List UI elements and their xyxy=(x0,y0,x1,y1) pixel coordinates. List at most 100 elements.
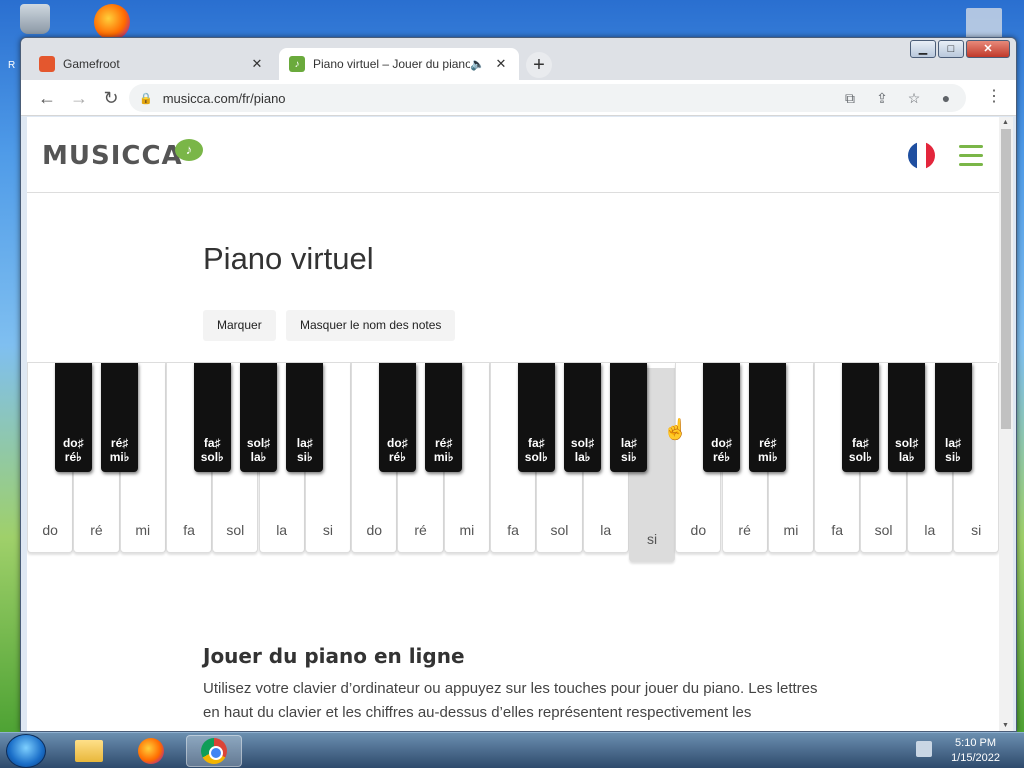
recycle-bin-icon[interactable] xyxy=(20,4,50,34)
white-key-label: sol xyxy=(550,522,569,538)
taskbar-chrome[interactable] xyxy=(186,735,242,767)
firefox-desktop-icon[interactable] xyxy=(94,4,130,40)
black-key-label: fa♯ sol♭ xyxy=(194,436,231,464)
black-key[interactable]: la♯ si♭ xyxy=(610,363,648,472)
black-key-sharp-name: la♯ xyxy=(620,436,637,450)
black-key[interactable]: fa♯ sol♭ xyxy=(841,363,879,472)
black-key-label: la♯ si♭ xyxy=(610,436,647,464)
black-key[interactable]: la♯ si♭ xyxy=(934,363,972,472)
minimize-button[interactable]: ▁ xyxy=(910,40,936,58)
black-key-flat-name: la♭ xyxy=(898,450,915,464)
share-icon[interactable]: ⇪ xyxy=(872,90,892,107)
hamburger-menu-icon[interactable] xyxy=(959,145,983,172)
desktop-label: R xyxy=(8,60,16,71)
scroll-up-icon[interactable]: ▲ xyxy=(1002,119,1009,126)
hide-note-names-button[interactable]: Masquer le nom des notes xyxy=(286,310,456,341)
black-key[interactable]: fa♯ sol♭ xyxy=(193,363,231,472)
taskbar: 5:10 PM 1/15/2022 xyxy=(0,732,1024,768)
profile-icon[interactable]: ● xyxy=(936,90,956,106)
black-key-sharp-name: la♯ xyxy=(296,436,313,450)
black-key[interactable]: ré♯ mi♭ xyxy=(425,363,463,472)
taskbar-explorer[interactable] xyxy=(66,735,112,767)
close-tab-icon[interactable]: ✕ xyxy=(249,56,265,72)
url-text[interactable]: musicca.com/fr/piano xyxy=(163,91,828,106)
black-key-flat-name: ré♭ xyxy=(64,450,82,464)
bookmark-star-icon[interactable]: ☆ xyxy=(904,90,924,107)
black-key[interactable]: sol♯ la♭ xyxy=(240,363,277,472)
close-window-button[interactable]: ✕ xyxy=(966,40,1010,58)
white-key-label: mi xyxy=(459,522,475,538)
browser-window: Gamefroot ✕ ♪ Piano virtuel – Jouer du p… xyxy=(20,37,1017,732)
black-key-label: sol♯ la♭ xyxy=(240,436,277,464)
scroll-down-icon[interactable]: ▼ xyxy=(1002,722,1009,729)
black-key-flat-name: si♭ xyxy=(296,450,313,464)
white-key-label: la xyxy=(600,522,612,538)
black-key-flat-name: mi♭ xyxy=(757,450,778,464)
black-key-label: fa♯ sol♭ xyxy=(518,436,555,464)
site-header: MUSICCA ♪ xyxy=(27,117,999,193)
site-logo[interactable]: MUSICCA xyxy=(42,141,183,171)
french-flag-icon[interactable] xyxy=(908,142,935,169)
menu-dots-icon[interactable]: ⋮ xyxy=(986,86,1002,106)
black-key[interactable]: sol♯ la♭ xyxy=(888,363,926,472)
black-key-sharp-name: la♯ xyxy=(944,436,961,450)
black-key[interactable]: do♯ ré♭ xyxy=(703,363,740,472)
black-key-label: do♯ ré♭ xyxy=(379,436,416,464)
black-key[interactable]: do♯ ré♭ xyxy=(54,363,92,472)
close-tab-icon[interactable]: ✕ xyxy=(493,56,509,72)
black-key[interactable]: do♯ ré♭ xyxy=(378,363,416,472)
black-key-label: fa♯ sol♭ xyxy=(842,436,879,464)
mark-button[interactable]: Marquer xyxy=(203,310,276,341)
white-key-label: la xyxy=(276,522,288,538)
taskbar-firefox[interactable] xyxy=(128,735,174,767)
musicca-favicon-icon: ♪ xyxy=(289,56,305,72)
reload-icon[interactable]: ↻ xyxy=(99,86,123,110)
black-key-flat-name: sol♭ xyxy=(524,450,548,464)
white-key-label: si xyxy=(646,531,658,547)
maximize-button[interactable]: □ xyxy=(938,40,964,58)
white-key-label: do xyxy=(690,522,707,538)
white-key-label: si xyxy=(322,522,333,538)
clock[interactable]: 5:10 PM 1/15/2022 xyxy=(951,736,1000,766)
page-viewport: MUSICCA ♪ Piano virtuel Marquer Masquer … xyxy=(27,117,1013,731)
black-key[interactable]: sol♯ la♭ xyxy=(564,363,602,472)
white-key-label: la xyxy=(924,522,936,538)
section-paragraph: Utilisez votre clavier d’ordinateur ou a… xyxy=(203,680,818,721)
black-key[interactable]: ré♯ mi♭ xyxy=(101,363,139,472)
hand-cursor-icon: ☝ xyxy=(663,419,688,441)
white-key-label: mi xyxy=(783,522,799,538)
black-key-label: do♯ ré♭ xyxy=(55,436,92,464)
black-key[interactable]: ré♯ mi♭ xyxy=(749,363,787,472)
address-bar[interactable]: 🔒 musicca.com/fr/piano ⧉ ⇪ ☆ ● xyxy=(129,84,966,112)
lock-icon[interactable]: 🔒 xyxy=(139,92,153,105)
black-key-flat-name: sol♭ xyxy=(200,450,224,464)
audio-playing-icon[interactable]: 🔈 xyxy=(470,57,485,71)
start-button[interactable] xyxy=(6,734,46,768)
black-key-sharp-name: sol♯ xyxy=(895,436,919,450)
black-key-flat-name: ré♭ xyxy=(712,450,730,464)
white-key-label: fa xyxy=(507,522,519,538)
folder-icon xyxy=(75,740,103,762)
scrollbar[interactable]: ▲ ▼ xyxy=(999,117,1013,731)
page-title: Piano virtuel xyxy=(203,241,374,276)
translate-icon[interactable]: ⧉ xyxy=(840,90,860,107)
black-key[interactable]: fa♯ sol♭ xyxy=(517,363,555,472)
window-controls: ▁ □ ✕ xyxy=(910,40,1010,58)
black-key-flat-name: la♭ xyxy=(574,450,591,464)
black-key-sharp-name: do♯ xyxy=(387,436,408,450)
tab-gamefroot[interactable]: Gamefroot ✕ xyxy=(29,48,275,80)
black-key-sharp-name: ré♯ xyxy=(435,436,453,450)
scrollbar-thumb[interactable] xyxy=(1001,129,1011,429)
black-key-sharp-name: fa♯ xyxy=(527,436,545,450)
new-tab-button[interactable]: + xyxy=(526,52,552,78)
tab-piano[interactable]: ♪ Piano virtuel – Jouer du piano 🔈 ✕ xyxy=(279,48,519,80)
black-key-flat-name: mi♭ xyxy=(109,450,130,464)
forward-arrow-icon[interactable]: → xyxy=(67,86,91,110)
black-key-label: sol♯ la♭ xyxy=(888,436,925,464)
back-arrow-icon[interactable]: ← xyxy=(35,86,59,110)
network-tray-icon[interactable] xyxy=(916,741,932,757)
tab-strip: Gamefroot ✕ ♪ Piano virtuel – Jouer du p… xyxy=(21,38,1016,80)
black-key-label: ré♯ mi♭ xyxy=(101,436,138,464)
black-key[interactable]: la♯ si♭ xyxy=(286,363,324,472)
black-key-flat-name: la♭ xyxy=(250,450,267,464)
